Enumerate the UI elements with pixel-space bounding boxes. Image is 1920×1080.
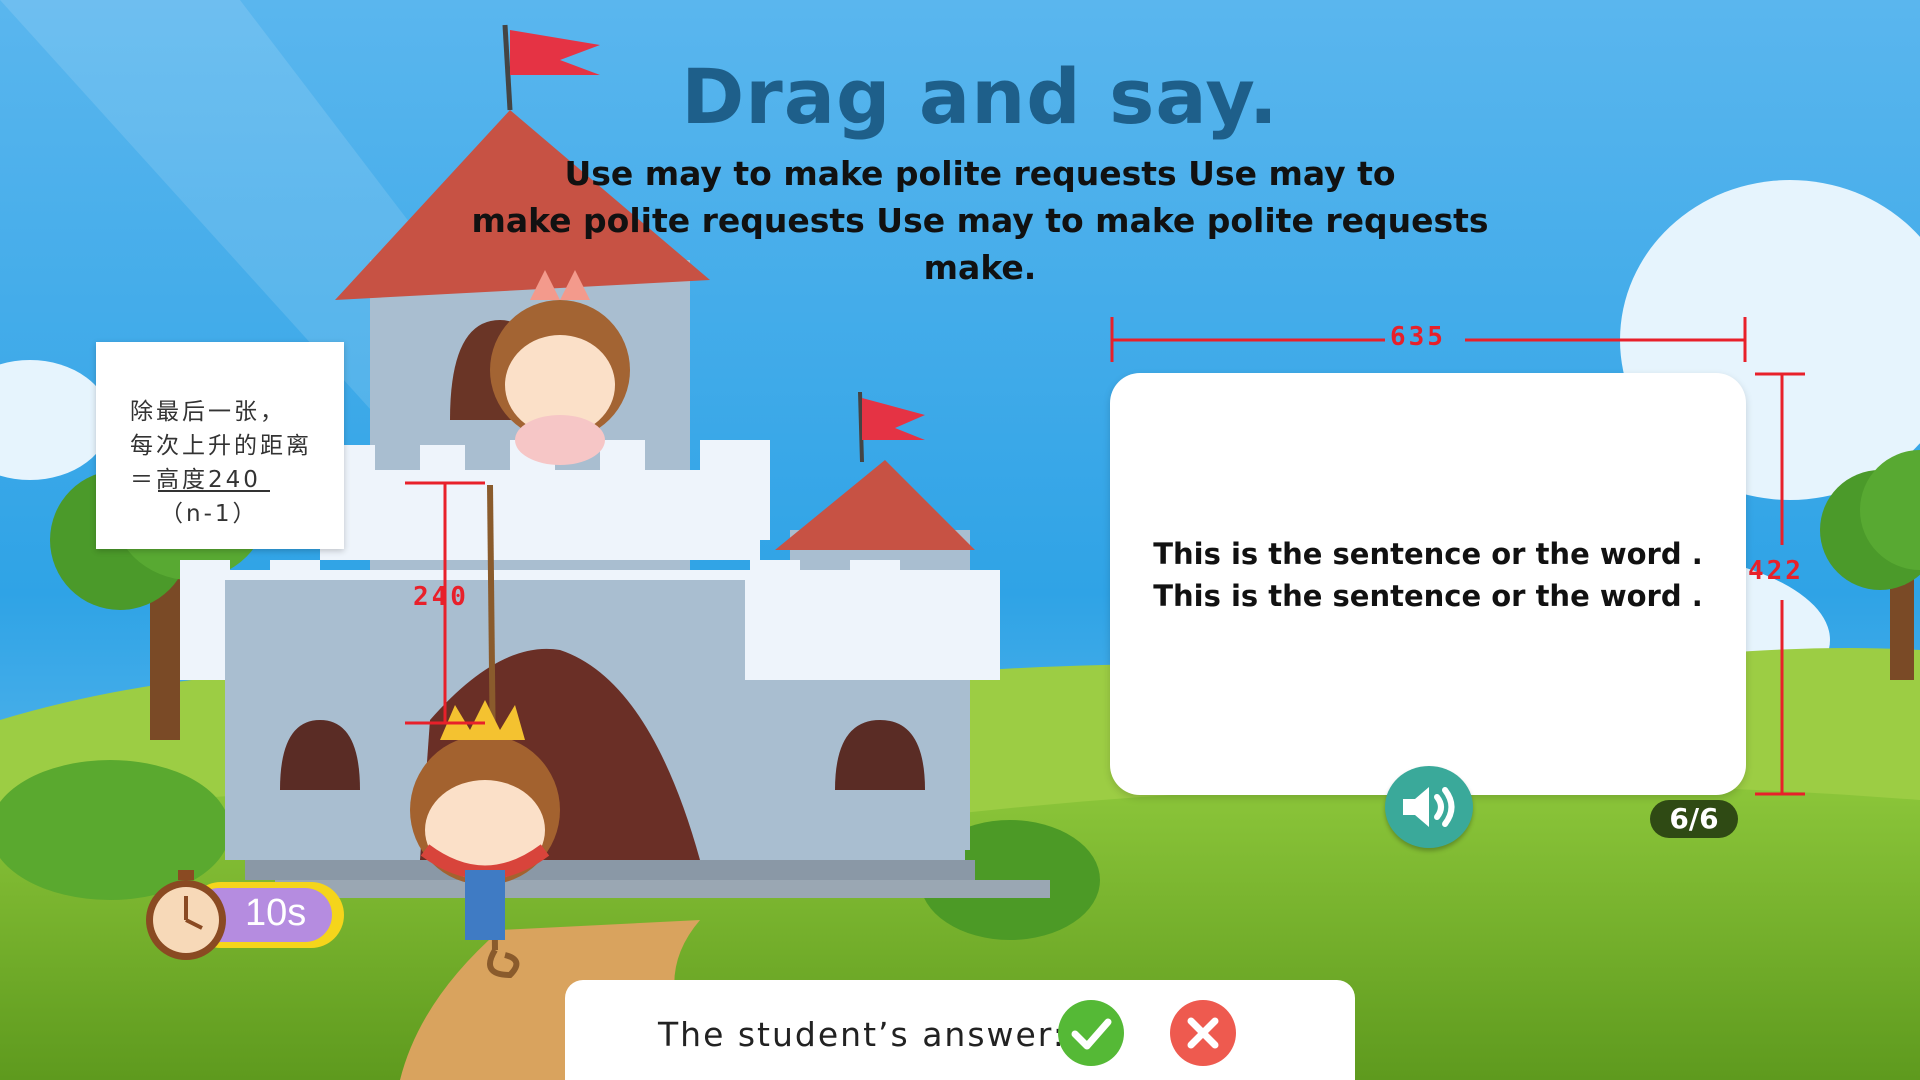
note-line-3: ＝高度240 [130, 467, 261, 493]
formula-note: 除最后一张， 每次上升的距离 ＝高度240 （n-1） [96, 342, 344, 549]
speaker-icon [1403, 787, 1455, 827]
sentence-line-1: This is the sentence or the word . [1153, 537, 1703, 571]
sentence-card[interactable]: This is the sentence or the word . This … [1110, 373, 1746, 795]
check-icon [1071, 1018, 1112, 1050]
fraction-bar [158, 490, 270, 492]
page-counter: 6/6 [1650, 800, 1738, 838]
instruction-text: Use may to make polite requests Use may … [420, 150, 1540, 291]
student-answer-label: The student’s answer: [658, 1015, 1066, 1054]
card-width-label: 635 [1390, 322, 1446, 352]
close-icon [1187, 1017, 1219, 1049]
countdown-timer: 10s [140, 870, 360, 960]
stopwatch-icon [146, 870, 226, 960]
student-answer-panel: The student’s answer: [565, 980, 1355, 1080]
rope-height-label: 240 [413, 582, 469, 612]
wrong-button[interactable] [1170, 1000, 1236, 1066]
instruction-line-2: make polite requests Use may to make pol… [471, 201, 1489, 287]
play-audio-button[interactable] [1385, 766, 1473, 848]
page-title: Drag and say. [681, 52, 1279, 141]
correct-button[interactable] [1058, 1000, 1124, 1066]
instruction-line-1: Use may to make polite requests Use may … [564, 154, 1396, 193]
note-line-2: 每次上升的距离 [130, 433, 312, 459]
note-line-1: 除最后一张， [130, 399, 286, 425]
note-line-4: （n-1） [160, 501, 259, 527]
card-height-label: 422 [1748, 556, 1804, 586]
sentence-line-2: This is the sentence or the word . [1153, 579, 1703, 613]
sentence-text: This is the sentence or the word . This … [1110, 533, 1746, 617]
timer-value: 10s [245, 892, 307, 934]
